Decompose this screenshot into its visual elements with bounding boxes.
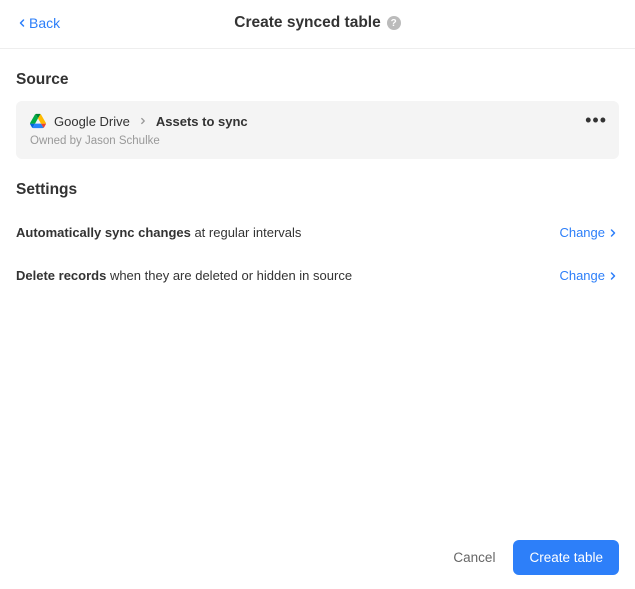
help-icon[interactable]: ? — [387, 16, 401, 30]
change-delete-button[interactable]: Change — [559, 268, 619, 283]
change-delete-label: Change — [559, 268, 605, 283]
settings-heading: Settings — [16, 181, 619, 199]
google-drive-icon — [30, 113, 46, 129]
back-button[interactable]: Back — [16, 15, 60, 31]
create-table-button[interactable]: Create table — [513, 540, 619, 575]
chevron-left-icon — [16, 17, 28, 29]
setting-delete-rest: when they are deleted or hidden in sourc… — [106, 268, 352, 283]
setting-sync-bold: Automatically sync changes — [16, 225, 191, 240]
source-folder: Assets to sync — [156, 114, 248, 129]
change-sync-button[interactable]: Change — [559, 225, 619, 240]
chevron-right-icon — [607, 227, 619, 239]
source-owner: Owned by Jason Schulke — [30, 135, 605, 147]
dialog-header: Back Create synced table ? — [0, 0, 635, 49]
dialog-footer: Cancel Create table — [453, 540, 619, 575]
setting-sync-rest: at regular intervals — [191, 225, 302, 240]
source-card: Google Drive Assets to sync Owned by Jas… — [16, 101, 619, 159]
cancel-button[interactable]: Cancel — [453, 550, 495, 565]
chevron-right-icon — [607, 270, 619, 282]
source-breadcrumb: Google Drive Assets to sync — [30, 113, 605, 129]
title-wrap: Create synced table ? — [234, 14, 400, 32]
page-title: Create synced table — [234, 14, 380, 32]
setting-sync: Automatically sync changes at regular in… — [16, 211, 619, 254]
source-heading: Source — [16, 71, 619, 89]
dialog-content: Source Google Drive Assets to sync Owned… — [0, 71, 635, 297]
setting-sync-text: Automatically sync changes at regular in… — [16, 225, 301, 240]
back-label: Back — [29, 15, 60, 31]
chevron-right-icon — [138, 116, 148, 126]
more-icon[interactable]: ••• — [585, 111, 607, 129]
change-sync-label: Change — [559, 225, 605, 240]
source-service: Google Drive — [54, 114, 130, 129]
setting-delete: Delete records when they are deleted or … — [16, 254, 619, 297]
setting-delete-bold: Delete records — [16, 268, 106, 283]
setting-delete-text: Delete records when they are deleted or … — [16, 268, 352, 283]
